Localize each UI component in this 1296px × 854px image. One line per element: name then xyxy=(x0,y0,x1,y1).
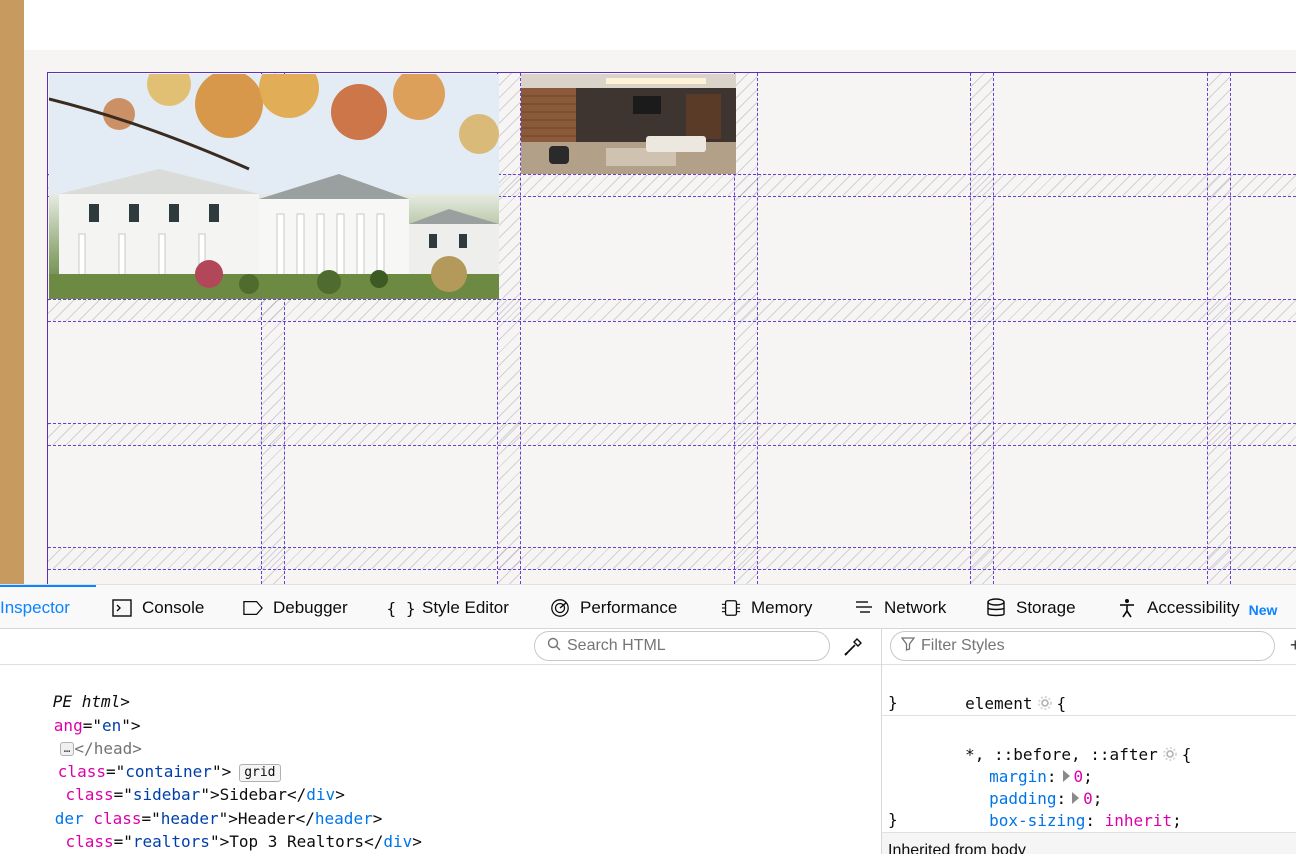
tab-style-editor[interactable]: { } Style Editor xyxy=(386,587,509,629)
markup-line-html[interactable]: ang="en"> xyxy=(0,690,877,735)
eyedropper-icon[interactable] xyxy=(840,634,866,660)
markup-line-doctype[interactable]: PE html> xyxy=(0,667,876,711)
tab-storage[interactable]: Storage xyxy=(986,587,1076,629)
accessibility-icon xyxy=(1117,598,1137,618)
property-value[interactable]: inherit xyxy=(1105,811,1172,830)
tab-label: Debugger xyxy=(273,598,348,617)
filter-icon xyxy=(900,636,916,656)
rules-panel: + element{ } *, ::before, ::after{ margi… xyxy=(881,629,1296,854)
new-badge: New xyxy=(1248,601,1278,618)
property-value[interactable]: 0 xyxy=(1074,767,1084,786)
sidebar-strip xyxy=(0,0,24,584)
debugger-icon xyxy=(243,598,263,618)
grid-column-gap xyxy=(970,73,994,584)
filter-styles-input[interactable] xyxy=(921,637,1161,655)
rule-selector[interactable]: *, ::before, ::after xyxy=(965,745,1158,764)
gear-icon[interactable] xyxy=(1037,694,1053,710)
rule-selector[interactable]: element xyxy=(965,694,1032,713)
markup-search-bar xyxy=(0,629,881,665)
living-room-photo xyxy=(521,74,736,174)
memory-icon xyxy=(721,598,741,618)
css-grid-overlay xyxy=(47,72,1296,584)
style-editor-icon: { } xyxy=(386,598,416,618)
tab-label: Network xyxy=(884,598,947,617)
markup-line-container[interactable]: class="container"> grid xyxy=(0,737,881,783)
markup-tree: PE html> ang="en"> … </head> class="conta… xyxy=(0,665,881,854)
property-name[interactable]: margin xyxy=(989,767,1047,786)
devtools-toolbar: Inspector Console Debugger { } Style Edi… xyxy=(0,584,1296,629)
add-rule-button[interactable]: + xyxy=(1290,635,1296,656)
markup-line-head[interactable]: … </head> xyxy=(2,714,881,758)
tab-performance[interactable]: Performance xyxy=(550,587,677,629)
performance-icon xyxy=(550,598,570,618)
grid-row-gap xyxy=(48,423,1296,446)
property-name[interactable]: padding xyxy=(989,789,1056,808)
expand-triangle-icon[interactable] xyxy=(1072,792,1080,804)
tab-console[interactable]: Console xyxy=(112,587,204,629)
markup-line-features[interactable]: tion class="features">…</section>grid xyxy=(0,830,879,853)
markup-line-sidebar[interactable]: class="sidebar">Sidebar</div> xyxy=(0,760,879,804)
network-icon xyxy=(854,598,874,618)
property-value[interactable]: 0 xyxy=(1083,789,1093,808)
rules-filter-bar: + xyxy=(882,629,1296,665)
property-name[interactable]: box-sizing xyxy=(989,811,1085,830)
expand-triangle-icon[interactable] xyxy=(1062,770,1070,782)
rule-element: element{ } xyxy=(882,665,1296,716)
search-html-box[interactable] xyxy=(534,631,830,661)
tab-memory[interactable]: Memory xyxy=(721,587,812,629)
tab-label: Storage xyxy=(1016,598,1076,617)
search-icon xyxy=(547,637,561,656)
tab-label: Inspector xyxy=(0,598,70,617)
grid-column-gap xyxy=(1207,73,1231,584)
grid-row-gap xyxy=(48,547,1296,570)
tab-label: Memory xyxy=(751,598,813,617)
gear-icon[interactable] xyxy=(1162,745,1178,761)
tab-debugger[interactable]: Debugger xyxy=(243,587,348,629)
console-icon xyxy=(112,598,132,618)
page-viewport xyxy=(0,0,1296,584)
grid-row-gap xyxy=(48,299,1296,322)
tab-label: Console xyxy=(142,598,205,617)
house-photo xyxy=(49,74,499,299)
tab-label: Accessibility xyxy=(1147,598,1240,617)
filter-styles-box[interactable] xyxy=(890,631,1275,661)
markup-line-realtors[interactable]: class="realtors">Top 3 Realtors</div> xyxy=(0,807,879,851)
markup-panel: PE html> ang="en"> …</head> class="conta… xyxy=(0,629,881,854)
search-html-input[interactable] xyxy=(567,637,807,655)
rules-list: element{ } *, ::before, ::after{ margin:… xyxy=(882,665,1296,854)
grid-column-gap xyxy=(734,73,758,584)
tab-label: Style Editor xyxy=(422,598,509,617)
tab-label: Performance xyxy=(580,598,678,617)
tab-network[interactable]: Network xyxy=(854,587,946,629)
tab-accessibility[interactable]: Accessibility New xyxy=(1117,587,1277,629)
storage-icon xyxy=(986,598,1006,618)
tab-inspector[interactable]: Inspector xyxy=(0,587,70,629)
grid-column-gap xyxy=(497,73,521,584)
markup-line-header[interactable]: der class="header">Header</header> xyxy=(0,783,878,828)
